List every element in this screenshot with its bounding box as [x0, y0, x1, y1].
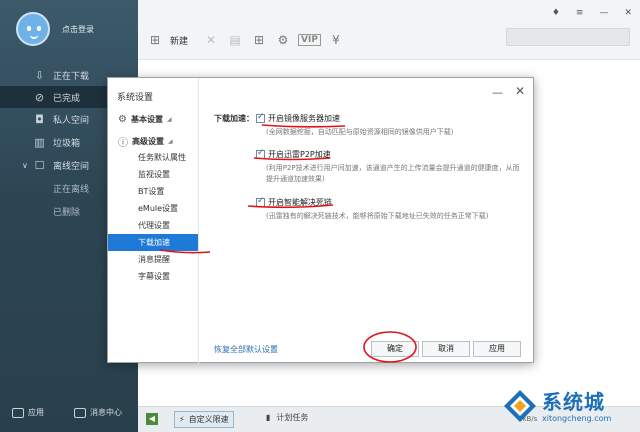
settings-nav: ⚙ 基本设置 ◢ ⓘ 高级设置 ◢ 任务默认属性 监视设置 BT设置 eMule… — [108, 106, 198, 362]
nav-item-subtitles[interactable]: 字幕设置 — [108, 268, 198, 285]
triangle-icon: ◢ — [166, 116, 172, 123]
option-description: (利用P2P技术进行用户间加速，该通道产生的上传流量会提升通道的健康度，从而提升… — [266, 164, 520, 183]
info-icon: ⓘ — [118, 138, 128, 149]
nav-item-task-defaults[interactable]: 任务默认属性 — [108, 149, 198, 166]
apply-button[interactable]: 应用 — [473, 341, 521, 357]
avatar-mouth — [30, 35, 38, 39]
scheduled-task-button[interactable]: ▮ 计划任务 — [266, 412, 308, 423]
nav-item-emule[interactable]: eMule设置 — [108, 200, 198, 217]
divider — [198, 78, 199, 364]
file-icon[interactable]: ▤ — [226, 31, 244, 49]
nav-section-advanced[interactable]: ⓘ 高级设置 ◢ — [118, 134, 173, 149]
sidebar-item-label: 垃圾箱 — [53, 138, 81, 149]
dead-link-option[interactable]: 开启智能解决死链 — [256, 196, 332, 208]
option-label: 开启迅雷P2P加速 — [268, 150, 331, 159]
sidebar-item-label: 正在离线 — [53, 184, 90, 195]
login-link[interactable]: 点击登录 — [62, 24, 94, 35]
close-icon[interactable]: ✕ — [515, 84, 525, 98]
nav-section-basic[interactable]: ⚙ 基本设置 ◢ — [118, 114, 172, 125]
settings-dialog: 系统设置 — ✕ ⚙ 基本设置 ◢ ⓘ 高级设置 ◢ 任务默认属性 监视设置 B… — [107, 77, 534, 364]
cloud-icon: ☐ — [34, 158, 45, 172]
option-description: (全网数据挖掘，自动匹配与原始资源相同的镜像供用户下载) — [266, 128, 454, 136]
dead-link-checkbox[interactable] — [256, 196, 265, 207]
toolbar: ⊞ 新建 ✕ ▤ ⊞ ⚙ VIP ¥ — [146, 30, 351, 50]
ok-button[interactable]: 确定 — [371, 341, 419, 357]
minimize-icon[interactable]: — — [492, 86, 503, 99]
apps-icon — [12, 407, 24, 418]
scheduled-task-label: 计划任务 — [276, 413, 309, 422]
gear-icon: ⚙ — [118, 114, 127, 125]
title-bar: ♦ ≡ — ✕ ⊞ 新建 ✕ ▤ ⊞ ⚙ VIP ¥ — [138, 0, 640, 60]
download-icon: ⇩ — [34, 68, 45, 82]
nav-item-download-acceleration[interactable]: 下载加速 — [108, 234, 198, 251]
sidebar-item-label: 私人空间 — [53, 115, 90, 126]
grid-icon[interactable]: ⊞ — [250, 31, 268, 49]
vip-button[interactable]: VIP — [298, 34, 321, 46]
nav-item-proxy[interactable]: 代理设置 — [108, 217, 198, 234]
p2p-acceleration-checkbox[interactable] — [256, 148, 265, 159]
triangle-icon: ◢ — [168, 138, 173, 145]
menu-icon[interactable]: ≡ — [576, 8, 584, 18]
settings-gear-icon[interactable]: ⚙ — [274, 31, 292, 49]
mirror-acceleration-option[interactable]: 开启镜像服务器加速 — [256, 112, 340, 124]
close-icon[interactable]: ✕ — [624, 8, 632, 18]
back-arrow-icon[interactable]: ◀ — [146, 413, 158, 425]
sidebar-item-label: 正在下载 — [53, 71, 90, 82]
apps-button[interactable]: 应用 — [12, 407, 44, 418]
avatar-eye-left — [27, 26, 31, 31]
skin-icon[interactable]: ♦ — [552, 8, 560, 18]
nav-item-notifications[interactable]: 消息提醒 — [108, 251, 198, 268]
sidebar-item-label: 已删除 — [53, 207, 81, 218]
search-input[interactable] — [506, 28, 630, 46]
watermark-logo-icon — [504, 390, 536, 422]
p2p-acceleration-option[interactable]: 开启迅雷P2P加速 — [256, 148, 331, 160]
avatar-eye-right — [37, 26, 41, 31]
watermark-text: 系统城 — [542, 390, 605, 414]
trash-icon: ▥ — [34, 135, 45, 149]
message-icon — [74, 407, 86, 418]
watermark-url: xitongcheng.com — [542, 414, 612, 423]
option-label: 开启镜像服务器加速 — [268, 114, 340, 123]
cancel-button[interactable]: 取消 — [422, 341, 470, 357]
delete-icon[interactable]: ✕ — [202, 31, 220, 49]
new-task-icon[interactable]: ⊞ — [146, 31, 164, 49]
nav-section-label: 高级设置 — [132, 137, 164, 146]
watermark: 系统城 xitongcheng.com — [498, 384, 636, 430]
apps-label: 应用 — [28, 408, 44, 417]
message-center-button[interactable]: 消息中心 — [74, 407, 122, 418]
lock-icon: ◘ — [35, 112, 44, 126]
nav-item-monitor[interactable]: 监视设置 — [108, 166, 198, 183]
shop-icon[interactable]: ¥ — [327, 31, 345, 49]
check-circle-icon: ⊘ — [34, 90, 45, 104]
nav-item-bt[interactable]: BT设置 — [108, 183, 198, 200]
dialog-title: 系统设置 — [117, 93, 154, 103]
section-label: 下载加速： — [214, 114, 254, 123]
schedule-icon: ▮ — [266, 413, 271, 422]
speed-limit-icon: ⚡ — [179, 415, 185, 424]
avatar[interactable] — [16, 12, 50, 46]
option-description: (迅雷独有的解决死链技术，能够将原始下载地址已失效的任务正常下载) — [266, 212, 489, 220]
message-center-label: 消息中心 — [90, 408, 122, 417]
nav-section-label: 基本设置 — [130, 115, 163, 124]
custom-speed-limit-button[interactable]: ⚡ 自定义限速 — [174, 411, 234, 428]
mirror-acceleration-checkbox[interactable] — [256, 112, 265, 123]
option-label: 开启智能解决死链 — [268, 198, 332, 207]
custom-speed-limit-label: 自定义限速 — [188, 415, 229, 424]
sidebar-item-label: 已完成 — [53, 93, 81, 104]
new-task-button[interactable]: 新建 — [170, 34, 188, 47]
restore-defaults-link[interactable]: 恢复全部默认设置 — [214, 344, 278, 355]
chevron-down-icon[interactable]: ∨ — [22, 161, 28, 170]
sidebar-item-label: 离线空间 — [53, 161, 90, 172]
minimize-icon[interactable]: — — [599, 8, 608, 18]
window-controls: ♦ ≡ — ✕ — [552, 8, 632, 18]
